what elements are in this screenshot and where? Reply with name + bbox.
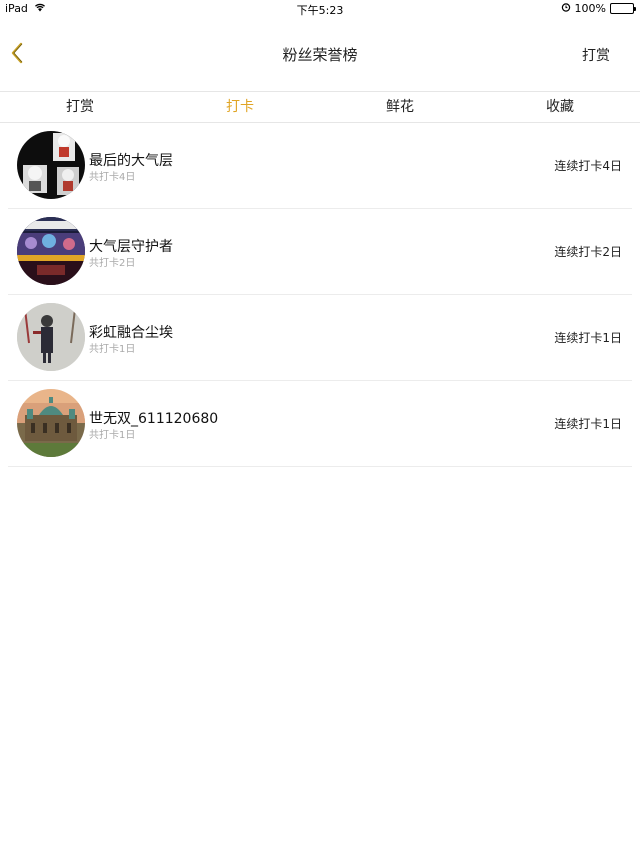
tab-reward[interactable]: 打赏 [0, 92, 160, 122]
fan-total: 共打卡1日 [89, 430, 136, 441]
battery-percent: 100% [574, 2, 606, 15]
tab-flowers[interactable]: 鲜花 [320, 92, 480, 122]
list-item[interactable]: 最后的大气层 共打卡4日 连续打卡4日 [8, 123, 632, 209]
avatar [17, 131, 85, 199]
nav-bar: 粉丝荣誉榜 打赏 [0, 18, 640, 90]
fan-total: 共打卡1日 [89, 344, 136, 355]
fan-total: 共打卡4日 [89, 172, 136, 183]
fan-name: 最后的大气层 [89, 153, 173, 169]
tab-checkin[interactable]: 打卡 [160, 92, 320, 122]
status-right: 100% [561, 2, 636, 15]
page-title: 粉丝荣誉榜 [282, 46, 358, 64]
fan-name: 彩虹融合尘埃 [89, 325, 173, 341]
reward-button[interactable]: 打赏 [582, 45, 610, 65]
battery-icon [610, 3, 636, 14]
tab-bar: 打赏 打卡 鲜花 收藏 [0, 91, 640, 123]
avatar [17, 217, 85, 285]
status-time: 下午5:23 [296, 4, 344, 17]
list-item[interactable]: 大气层守护者 共打卡2日 连续打卡2日 [8, 209, 632, 295]
fan-total: 共打卡2日 [89, 258, 136, 269]
fan-streak: 连续打卡1日 [554, 417, 622, 431]
fan-name: 世无双_611120680 [89, 411, 219, 427]
avatar [17, 389, 85, 457]
fan-streak: 连续打卡4日 [554, 159, 622, 173]
fan-name: 大气层守护者 [89, 239, 173, 255]
list-item[interactable]: 彩虹融合尘埃 共打卡1日 连续打卡1日 [8, 295, 632, 381]
fan-list: 最后的大气层 共打卡4日 连续打卡4日 大气层守护者 共打卡2日 连续打卡2日 [0, 123, 640, 467]
list-item[interactable]: 世无双_611120680 共打卡1日 连续打卡1日 [8, 381, 632, 467]
status-bar: iPad 下午5:23 100% [0, 0, 640, 18]
fan-streak: 连续打卡1日 [554, 331, 622, 345]
tab-favorites[interactable]: 收藏 [480, 92, 640, 122]
alarm-icon [561, 2, 571, 15]
avatar [17, 303, 85, 371]
fan-streak: 连续打卡2日 [554, 245, 622, 259]
